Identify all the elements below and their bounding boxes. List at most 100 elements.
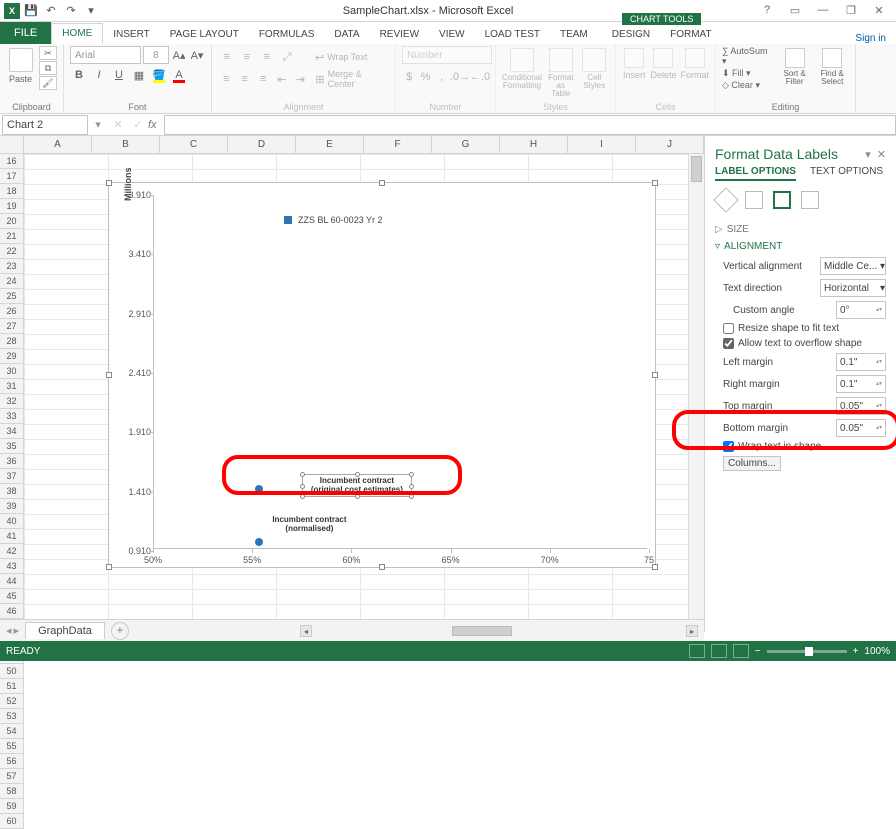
row-header[interactable]: 41 [0, 529, 23, 544]
increase-indent-icon[interactable]: ⇥ [292, 70, 308, 88]
row-headers[interactable]: 1617181920212223242526272829303132333435… [0, 136, 24, 829]
column-header[interactable]: B [92, 136, 160, 153]
row-header[interactable]: 44 [0, 574, 23, 589]
merge-center-button[interactable]: ⊞Merge & Center [310, 70, 389, 88]
task-pane-close-icon[interactable]: ✕ [877, 148, 886, 161]
comma-format-icon[interactable]: , [435, 68, 449, 86]
restore-icon[interactable]: ❐ [840, 4, 862, 17]
fill-line-icon[interactable] [713, 187, 738, 212]
row-header[interactable]: 58 [0, 784, 23, 799]
section-size[interactable]: ▷SIZE [715, 221, 886, 238]
cut-button[interactable]: ✂ [39, 46, 57, 60]
decrease-font-icon[interactable]: A▾ [189, 46, 205, 64]
sheet-nav-last-icon[interactable]: ▸ [14, 624, 20, 637]
clear-button[interactable]: ◇ Clear ▾ [722, 80, 774, 91]
data-point-1[interactable] [255, 485, 263, 493]
font-size-combo[interactable]: 8 [143, 46, 169, 64]
row-header[interactable]: 34 [0, 424, 23, 439]
data-point-2[interactable] [255, 538, 263, 546]
delete-cells-button[interactable]: Delete [650, 46, 676, 80]
row-header[interactable]: 35 [0, 439, 23, 454]
top-margin-spinner[interactable]: 0.05"▴▾ [836, 397, 886, 415]
font-color-button[interactable]: A [170, 66, 188, 84]
sheet-nav-first-icon[interactable]: ◂ [6, 624, 12, 637]
minimize-icon[interactable]: — [812, 4, 834, 17]
chart-object[interactable]: Millions ZZS BL 60-0023 Yr 2 Incumbent c… [108, 182, 656, 568]
row-header[interactable]: 36 [0, 454, 23, 469]
column-header[interactable]: E [296, 136, 364, 153]
row-header[interactable]: 27 [0, 319, 23, 334]
close-icon[interactable]: ✕ [868, 4, 890, 17]
row-header[interactable]: 56 [0, 754, 23, 769]
row-header[interactable]: 17 [0, 169, 23, 184]
orientation-icon[interactable]: ⤢ [278, 48, 296, 66]
row-header[interactable]: 57 [0, 769, 23, 784]
fill-color-button[interactable]: 🪣 [150, 66, 168, 84]
normal-view-icon[interactable] [689, 644, 705, 658]
row-header[interactable]: 53 [0, 709, 23, 724]
format-painter-button[interactable]: 🖌 [39, 76, 57, 90]
sign-in-link[interactable]: Sign in [855, 33, 886, 44]
row-header[interactable]: 18 [0, 184, 23, 199]
align-top-icon[interactable]: ≡ [218, 48, 236, 66]
find-select-button[interactable]: Find & Select [815, 46, 849, 86]
row-header[interactable]: 25 [0, 289, 23, 304]
custom-angle-spinner[interactable]: 0°▴▾ [836, 301, 886, 319]
row-header[interactable]: 42 [0, 544, 23, 559]
wrap-text-button[interactable]: ↩Wrap Text [310, 48, 372, 66]
bold-button[interactable]: B [70, 66, 88, 84]
tab-data[interactable]: DATA [324, 25, 369, 44]
sheet-tab-graphdata[interactable]: GraphData [25, 622, 105, 639]
row-header[interactable]: 30 [0, 364, 23, 379]
column-header[interactable]: G [432, 136, 500, 153]
tab-insert[interactable]: INSERT [103, 25, 160, 44]
row-header[interactable]: 39 [0, 499, 23, 514]
column-header[interactable]: D [228, 136, 296, 153]
worksheet-area[interactable]: 1617181920212223242526272829303132333435… [0, 136, 704, 632]
name-box[interactable]: Chart 2 [2, 115, 88, 135]
conditional-formatting-button[interactable]: Conditional Formatting [502, 46, 542, 90]
tab-home[interactable]: HOME [51, 23, 103, 44]
namebox-dropdown-icon[interactable]: ▾ [88, 118, 108, 131]
effects-icon[interactable] [745, 191, 763, 209]
increase-font-icon[interactable]: A▴ [171, 46, 187, 64]
row-header[interactable]: 33 [0, 409, 23, 424]
row-header[interactable]: 60 [0, 814, 23, 829]
wrap-text-checkbox[interactable] [723, 441, 734, 452]
autosum-button[interactable]: ∑ AutoSum ▾ [722, 46, 774, 67]
vertical-alignment-combo[interactable]: Middle Ce...▾ [820, 257, 886, 275]
row-header[interactable]: 24 [0, 274, 23, 289]
cell-styles-button[interactable]: Cell Styles [580, 46, 610, 90]
text-direction-combo[interactable]: Horizontal▾ [820, 279, 886, 297]
tab-review[interactable]: REVIEW [370, 25, 429, 44]
accounting-format-icon[interactable]: $ [402, 68, 416, 86]
undo-icon[interactable]: ↶ [42, 2, 60, 20]
paste-button[interactable]: Paste [6, 46, 35, 84]
resize-shape-checkbox[interactable] [723, 323, 734, 334]
row-header[interactable]: 20 [0, 214, 23, 229]
zoom-slider[interactable] [767, 650, 847, 653]
save-icon[interactable]: 💾 [22, 2, 40, 20]
row-header[interactable]: 54 [0, 724, 23, 739]
column-header[interactable]: I [568, 136, 636, 153]
insert-cells-button[interactable]: Insert [622, 46, 646, 80]
row-header[interactable]: 19 [0, 199, 23, 214]
data-label-2[interactable]: Incumbent contract(normalised) [272, 516, 346, 534]
right-margin-spinner[interactable]: 0.1"▴▾ [836, 375, 886, 393]
selected-data-label[interactable]: Incumbent contract (original cost estima… [302, 474, 412, 498]
plot-area[interactable]: ZZS BL 60-0023 Yr 2 Incumbent contract (… [153, 195, 647, 549]
row-header[interactable]: 51 [0, 679, 23, 694]
column-header[interactable]: F [364, 136, 432, 153]
fx-icon[interactable]: fx [148, 119, 164, 131]
columns-button[interactable]: Columns... [723, 456, 781, 471]
section-alignment[interactable]: ▿ALIGNMENT [715, 238, 886, 255]
row-header[interactable]: 31 [0, 379, 23, 394]
bottom-margin-spinner[interactable]: 0.05"▴▾ [836, 419, 886, 437]
column-header[interactable]: C [160, 136, 228, 153]
row-header[interactable]: 43 [0, 559, 23, 574]
align-center-icon[interactable]: ≡ [236, 70, 252, 88]
column-header[interactable]: H [500, 136, 568, 153]
tab-file[interactable]: FILE [0, 22, 51, 44]
tab-text-options[interactable]: TEXT OPTIONS [810, 166, 883, 181]
zoom-out-button[interactable]: − [755, 646, 761, 657]
